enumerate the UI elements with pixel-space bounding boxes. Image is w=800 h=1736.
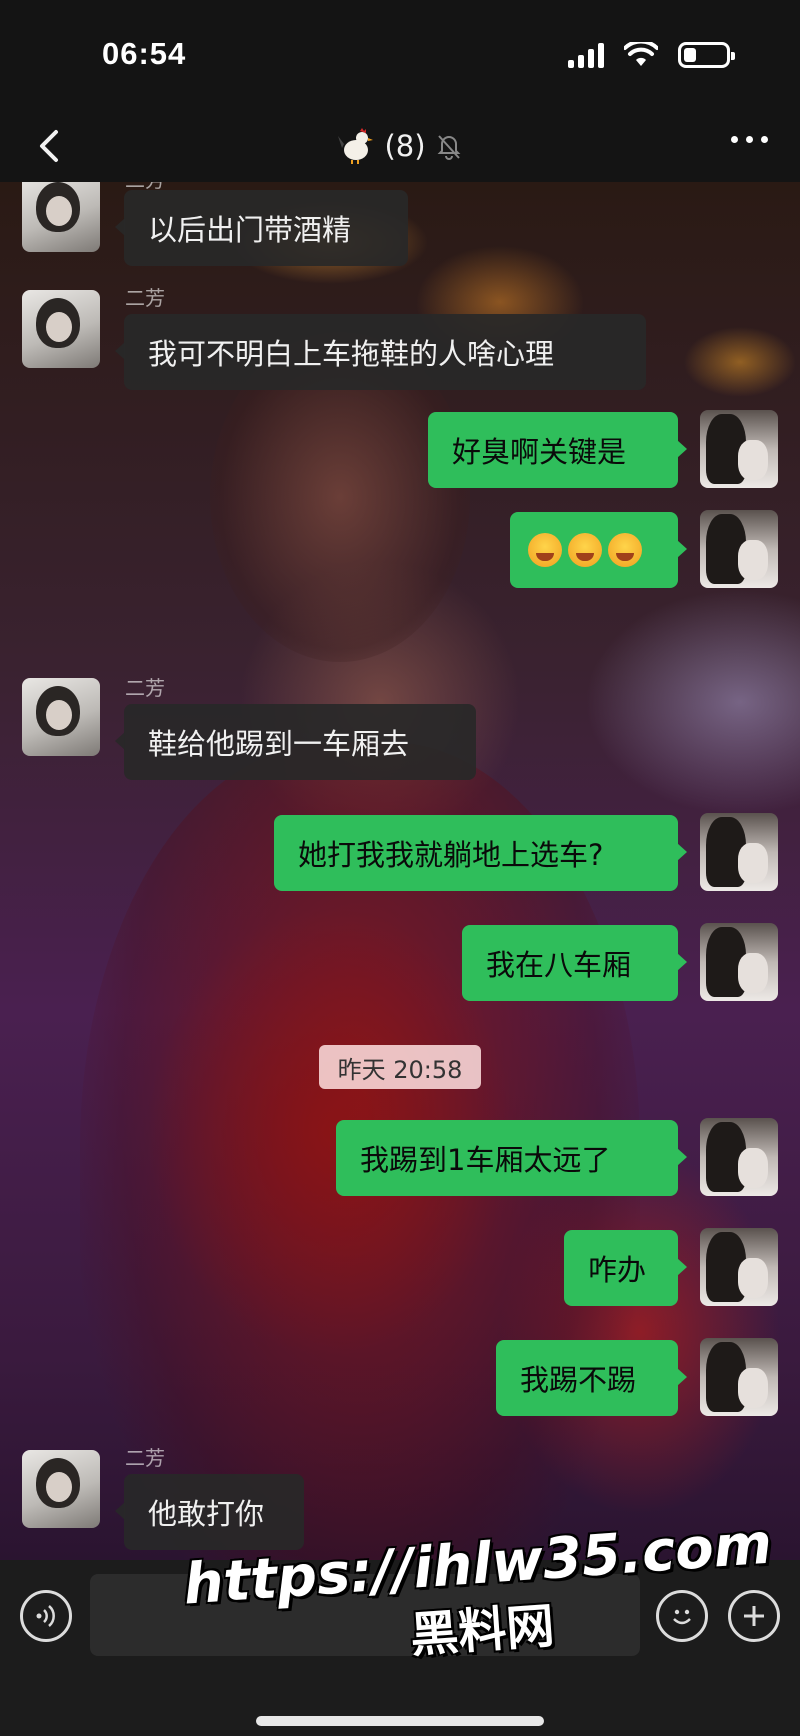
cellular-signal-icon: [568, 42, 604, 68]
chat-header: (8): [0, 110, 800, 182]
avatar[interactable]: [700, 1338, 778, 1416]
wifi-icon: [624, 42, 658, 66]
chat-title[interactable]: (8): [336, 126, 463, 166]
avatar[interactable]: [22, 678, 100, 756]
more-options-icon[interactable]: [731, 136, 768, 143]
rooster-emoji-icon: [338, 128, 374, 164]
clock-time: 06:54: [102, 36, 187, 71]
message-bubble[interactable]: 咋办: [564, 1230, 687, 1306]
rolling-laughing-emoji-icon: [528, 533, 562, 567]
home-indicator[interactable]: [256, 1716, 544, 1726]
message-bubble[interactable]: 我可不明白上车拖鞋的人啥心理: [115, 314, 646, 390]
avatar[interactable]: [700, 813, 778, 891]
message-bubble[interactable]: 她打我我就躺地上选车?: [274, 815, 687, 891]
avatar[interactable]: [700, 923, 778, 1001]
avatar[interactable]: [22, 182, 100, 252]
battery-level: [684, 48, 696, 62]
sender-name: 二芳: [125, 1446, 165, 1470]
message-bubble[interactable]: 我踢到1车厢太远了: [336, 1120, 687, 1196]
avatar[interactable]: [700, 1228, 778, 1306]
voice-input-icon[interactable]: [20, 1590, 72, 1642]
sender-name: 二芳: [125, 676, 165, 700]
rolling-laughing-emoji-icon: [608, 533, 642, 567]
message-bubble[interactable]: 以后出门带酒精: [115, 190, 408, 266]
status-bar: 06:54: [0, 0, 800, 110]
sender-name: 二芳: [125, 286, 165, 310]
message-bubble[interactable]: 我踢不踢: [496, 1340, 687, 1416]
message-bubble[interactable]: 好臭啊关键是: [428, 412, 687, 488]
avatar[interactable]: [22, 1450, 100, 1528]
avatar[interactable]: [22, 290, 100, 368]
chat-area[interactable]: 二芳 以后出门带酒精 二芳 我可不明白上车拖鞋的人啥心理 好臭啊关键是 二芳 鞋…: [0, 182, 800, 1562]
avatar[interactable]: [700, 510, 778, 588]
sound-wave-icon: [36, 1605, 55, 1627]
back-arrow-icon[interactable]: [30, 126, 70, 166]
status-icons: [568, 40, 735, 70]
chat-title-text: (8): [384, 129, 426, 163]
message-timestamp: 昨天 20:58: [319, 1045, 481, 1089]
avatar[interactable]: [700, 410, 778, 488]
bell-slash-icon: [437, 135, 460, 160]
message-bubble[interactable]: 他敢打你: [115, 1474, 304, 1550]
emoji-message-bubble[interactable]: [510, 512, 687, 588]
rolling-laughing-emoji-icon: [568, 533, 602, 567]
battery-icon: [678, 42, 735, 68]
message-bubble[interactable]: 我在八车厢: [462, 925, 687, 1001]
avatar[interactable]: [700, 1118, 778, 1196]
message-bubble[interactable]: 鞋给他踢到一车厢去: [115, 704, 476, 780]
